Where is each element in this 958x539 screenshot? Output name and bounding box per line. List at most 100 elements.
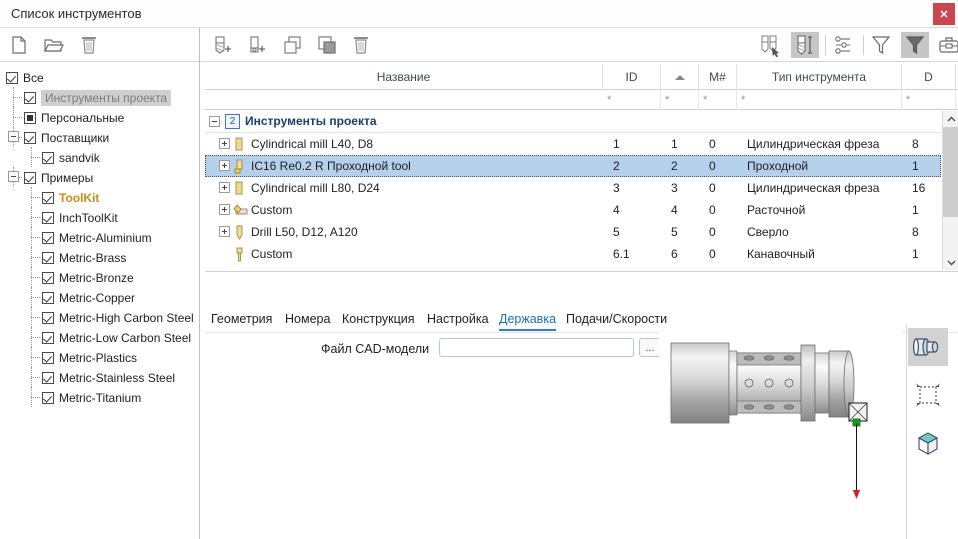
tab-4[interactable]: Державка (499, 309, 556, 331)
column-settings-button[interactable] (829, 32, 857, 58)
toolbox-button[interactable] (935, 32, 958, 58)
add-mill-tool-button[interactable] (209, 32, 237, 58)
filter-button[interactable] (867, 32, 895, 58)
table-row[interactable]: IC16 Re0.2 R Проходной tool220Проходной1… (205, 155, 941, 177)
tree-item[interactable]: Инструменты проекта (0, 87, 199, 107)
tree-item-checkbox[interactable] (24, 92, 36, 104)
library-tree[interactable]: Все Инструменты проектаПерсональныеПостав… (0, 63, 199, 539)
table-vertical-scrollbar[interactable] (942, 111, 958, 270)
tab-3[interactable]: Настройка (427, 309, 489, 331)
tab-0[interactable]: Геометрия (211, 309, 272, 331)
endmill-icon (233, 137, 246, 152)
browse-cad-file-button[interactable]: ... (639, 338, 661, 357)
tree-item-checkbox[interactable] (42, 332, 54, 344)
sort-ascending-icon[interactable] (675, 75, 685, 80)
tab-1[interactable]: Номера (285, 309, 330, 331)
select-tool-button[interactable] (757, 32, 785, 58)
column-header-mnum[interactable]: M# (699, 64, 737, 90)
tool-dimensions-button[interactable] (791, 32, 819, 58)
scroll-down-button[interactable] (943, 254, 958, 270)
cad-file-input[interactable] (439, 338, 634, 357)
view-fit-extents-button[interactable] (908, 376, 948, 414)
tree-item[interactable]: InchToolKit (0, 207, 199, 227)
tree-item-checkbox[interactable] (6, 72, 18, 84)
tree-item[interactable]: ToolKit (0, 187, 199, 207)
close-button[interactable]: ✕ (933, 3, 955, 25)
table-row[interactable]: Custom440Расточной10.88Инструмент… (205, 199, 941, 221)
new-file-button[interactable] (8, 34, 34, 58)
group-count-badge: 2 (225, 114, 240, 129)
tree-item[interactable]: sandvik (0, 147, 199, 167)
add-turn-tool-button[interactable] (243, 32, 271, 58)
tree-item[interactable]: Примеры (0, 167, 199, 187)
tree-item[interactable]: Все (0, 67, 199, 87)
delete-button[interactable] (78, 34, 104, 58)
tree-item-checkbox[interactable] (42, 392, 54, 404)
tree-item-checkbox[interactable] (24, 172, 36, 184)
tree-item-label: Metric-Low Carbon Steel (59, 331, 191, 345)
tree-item-checkbox[interactable] (42, 352, 54, 364)
tree-item-checkbox[interactable] (24, 112, 36, 124)
column-filter-input[interactable]: * (699, 90, 737, 110)
tree-item-checkbox[interactable] (42, 272, 54, 284)
tree-item-checkbox[interactable] (42, 252, 54, 264)
tree-item[interactable]: Metric-Aluminium (0, 227, 199, 247)
tab-2[interactable]: Конструкция (342, 309, 415, 331)
row-expander-icon[interactable] (219, 226, 230, 237)
tree-item-checkbox[interactable] (42, 312, 54, 324)
tab-5[interactable]: Подачи/Скорости (566, 309, 667, 331)
tree-item-checkbox[interactable] (42, 232, 54, 244)
column-filter-input[interactable]: * (603, 90, 661, 110)
column-filter-input[interactable]: * (661, 90, 699, 110)
tree-item-checkbox[interactable] (42, 152, 54, 164)
group-expander-icon[interactable] (209, 116, 220, 127)
view-isometric-button[interactable] (908, 424, 948, 462)
tree-item[interactable]: Metric-Stainless Steel (0, 367, 199, 387)
row-expander-icon[interactable] (219, 160, 230, 171)
column-header-type[interactable]: Тип инструмента (737, 64, 902, 90)
copy-button[interactable] (279, 32, 307, 58)
column-filter-input[interactable]: * (902, 90, 956, 110)
table-row[interactable]: Drill L50, D12, A120550Сверло8040Инструм… (205, 221, 941, 243)
row-expander-icon[interactable] (219, 204, 230, 215)
column-header-sort[interactable] (661, 64, 699, 90)
holder-3d-viewport[interactable] (659, 323, 902, 539)
delete-tool-button[interactable] (347, 32, 375, 58)
tree-item-label: Metric-Titanium (59, 391, 141, 405)
table-row[interactable]: Cylindrical mill L80, D24330Цилиндрическ… (205, 177, 941, 199)
tree-guide-stub (31, 217, 40, 218)
table-group-row[interactable]: 2 Инструменты проекта (205, 111, 941, 133)
paste-button[interactable] (313, 32, 341, 58)
table-row[interactable]: Cylindrical mill L40, D8110Цилиндрическа… (205, 133, 941, 155)
column-header-d[interactable]: D (902, 64, 956, 90)
tree-item[interactable]: Metric-Brass (0, 247, 199, 267)
column-header-name[interactable]: Название (205, 64, 603, 90)
tree-item-checkbox[interactable] (24, 132, 36, 144)
open-folder-button[interactable] (42, 34, 68, 58)
row-expander-icon[interactable] (219, 182, 230, 193)
filter-active-button[interactable] (901, 32, 929, 58)
column-header-id[interactable]: ID (603, 64, 661, 90)
tree-expander-icon[interactable] (8, 131, 19, 142)
view-holder-profile-button[interactable] (908, 328, 948, 366)
tree-item[interactable]: Metric-Copper (0, 287, 199, 307)
row-expander-icon[interactable] (219, 138, 230, 149)
scroll-thumb[interactable] (943, 127, 958, 217)
tree-item[interactable]: Персональные (0, 107, 199, 127)
tree-item-checkbox[interactable] (42, 192, 54, 204)
tree-item[interactable]: Поставщики (0, 127, 199, 147)
table-row[interactable]: Custom6.160Канавочный10.28Инструмент… (205, 243, 941, 265)
tree-expander-icon[interactable] (8, 171, 19, 182)
column-filter-input[interactable]: * (737, 90, 902, 110)
tree-item-checkbox[interactable] (42, 212, 54, 224)
tree-item[interactable]: Metric-Bronze (0, 267, 199, 287)
scroll-up-button[interactable] (943, 111, 958, 127)
tree-item-label: Инструменты проекта (41, 90, 171, 106)
tree-item-checkbox[interactable] (42, 292, 54, 304)
tree-item[interactable]: Metric-High Carbon Steel (0, 307, 199, 327)
tree-item[interactable]: Metric-Titanium (0, 387, 199, 407)
tree-item[interactable]: Metric-Low Carbon Steel (0, 327, 199, 347)
table-filter-row[interactable]: ******** (205, 90, 958, 110)
tree-item[interactable]: Metric-Plastics (0, 347, 199, 367)
tree-item-checkbox[interactable] (42, 372, 54, 384)
